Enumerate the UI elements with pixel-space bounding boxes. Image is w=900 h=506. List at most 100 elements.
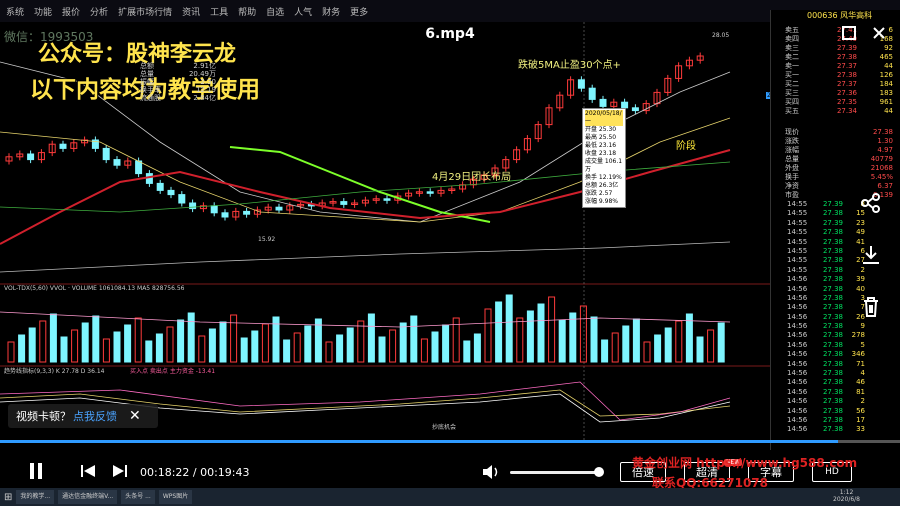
taskbar-item[interactable]: WPS图片: [158, 490, 193, 504]
volume-bar: [71, 329, 79, 363]
tick-cell: 14:56: [787, 293, 808, 302]
high-price-label: 28.05: [712, 32, 730, 39]
stat-key: 涨跌: [785, 137, 799, 145]
menu-item[interactable]: 更多: [350, 5, 368, 18]
indicator-panel-label: 趋势线指标(9,3,3) K 27.78 D 36.14: [4, 368, 105, 375]
menu-item[interactable]: 自选: [266, 5, 284, 18]
tick-cell: 27.38: [822, 369, 843, 378]
feedback-link[interactable]: 点我反馈: [73, 408, 117, 424]
tick-row: 14:56 27.38 33: [787, 425, 867, 434]
taskbar-item[interactable]: 我的教学...: [16, 490, 55, 504]
menu-item[interactable]: 分析: [90, 5, 108, 18]
tooltip-row: 收盘 23.18: [585, 150, 617, 157]
candle-body: [167, 189, 175, 196]
pip-icon[interactable]: [842, 26, 856, 40]
candle-body: [621, 101, 629, 109]
menu-item[interactable]: 财务: [322, 5, 340, 18]
info-row: 换手率 12.19: [140, 86, 216, 94]
volume-bar: [707, 329, 715, 363]
next-icon[interactable]: [112, 464, 128, 478]
candle-body: [599, 98, 607, 107]
orderbook-cell: 27.37: [836, 62, 857, 70]
progress-bar[interactable]: [0, 440, 900, 443]
volume-bar: [622, 325, 630, 363]
tooltip-row: 换手 12.19%: [585, 174, 622, 181]
tick-cell: 27.38: [822, 312, 843, 321]
tick-cell: 14:55: [787, 209, 808, 218]
volume-slider[interactable]: [510, 471, 600, 474]
candle-body: [156, 182, 164, 191]
indicator-panel-label2: 买入点 卖出点 主力资金 -13.41: [130, 368, 216, 375]
start-icon[interactable]: ⊞: [4, 492, 12, 503]
tick-cell: 46: [856, 378, 865, 387]
close-icon[interactable]: [872, 26, 886, 40]
taskbar-item[interactable]: 头条号 ...: [121, 490, 155, 504]
info-value: 2.91亿: [193, 62, 216, 70]
tick-cell: 14:56: [787, 369, 808, 378]
tick-row: 14:56 27.38 9: [787, 322, 867, 331]
previous-icon[interactable]: [80, 464, 96, 478]
candle-body: [178, 194, 186, 204]
trash-icon[interactable]: [860, 296, 882, 318]
candle-body: [59, 143, 67, 149]
player-top-controls: [810, 20, 900, 46]
tick-cell: 14:56: [787, 284, 808, 293]
stat-row: 涨跌 1.30: [785, 137, 893, 146]
tick-cell: 27.38: [822, 406, 843, 415]
volume-bar: [696, 336, 704, 363]
tick-cell: 27.38: [822, 387, 843, 396]
candle-body: [588, 87, 596, 100]
menu-item[interactable]: 报价: [62, 5, 80, 18]
tick-cell: 27.39: [822, 200, 843, 208]
menu-item[interactable]: 帮助: [238, 5, 256, 18]
stock-name: 风华高科: [840, 11, 873, 20]
menu-item[interactable]: 扩展市场行情: [118, 5, 172, 18]
tick-cell: 14:56: [787, 322, 808, 331]
menu-item[interactable]: 人气: [294, 5, 312, 18]
menu-item[interactable]: 工具: [210, 5, 228, 18]
volume-bar: [198, 335, 206, 363]
side-action-icons: [860, 192, 882, 318]
terminal-menubar: 系统 功能 报价 分析 扩展市场行情 资讯 工具 帮助 自选 人气 财务 更多: [0, 0, 900, 22]
download-icon[interactable]: [860, 244, 882, 266]
candle-body: [145, 173, 153, 184]
tick-row: 14:55 27.38 6: [787, 247, 867, 256]
tick-row: 14:56 27.38 346: [787, 350, 867, 359]
stat-row: 总量 40779: [785, 155, 893, 164]
tick-cell: 14:55: [787, 256, 808, 265]
candle-body: [113, 159, 121, 166]
orderbook-row: 买三 27.36 183: [785, 89, 893, 98]
site-stamp: 黄金创业网 https://www.hg588.com: [632, 456, 858, 470]
toast-close-icon[interactable]: ✕: [129, 408, 141, 424]
tick-cell: 27.38: [822, 415, 843, 424]
orderbook-cell: 买五: [785, 107, 799, 115]
menu-item[interactable]: 资讯: [182, 5, 200, 18]
tick-cell: 2: [860, 397, 865, 406]
volume-bar: [81, 322, 89, 363]
tick-row: 14:55 27.38 15: [787, 209, 867, 218]
tick-cell: 71: [856, 359, 865, 368]
tick-cell: 27.38: [822, 228, 843, 237]
menu-item[interactable]: 系统: [6, 5, 24, 18]
tick-cell: 14:56: [787, 415, 808, 424]
volume-icon[interactable]: [482, 464, 500, 480]
volume-bar: [60, 336, 68, 363]
volume-bar: [7, 341, 15, 363]
taskbar-item[interactable]: 通达信金融终端V...: [58, 490, 118, 504]
volume-bar: [558, 319, 566, 363]
tick-cell: 27.38: [822, 350, 843, 359]
candle-tooltip: 2020/05/18/一 开盘 25.30 最高 25.50 最低 23.16 收盘 …: [582, 108, 626, 208]
orderbook-cell: 买三: [785, 89, 799, 97]
orderbook-row: 买四 27.35 961: [785, 98, 893, 107]
volume-knob[interactable]: [594, 467, 604, 477]
volume-bar: [49, 313, 57, 363]
tooltip-row: 成交量 106.1万: [585, 158, 623, 173]
info-value: 20.49万: [188, 70, 216, 78]
tick-cell: 27.38: [822, 265, 843, 274]
menu-item[interactable]: 功能: [34, 5, 52, 18]
share-icon[interactable]: [860, 192, 882, 214]
stat-row: 净资 6.37: [785, 182, 893, 191]
orderbook-cell: 卖一: [785, 62, 799, 70]
volume-bar: [378, 336, 386, 363]
pause-icon[interactable]: [28, 462, 44, 480]
